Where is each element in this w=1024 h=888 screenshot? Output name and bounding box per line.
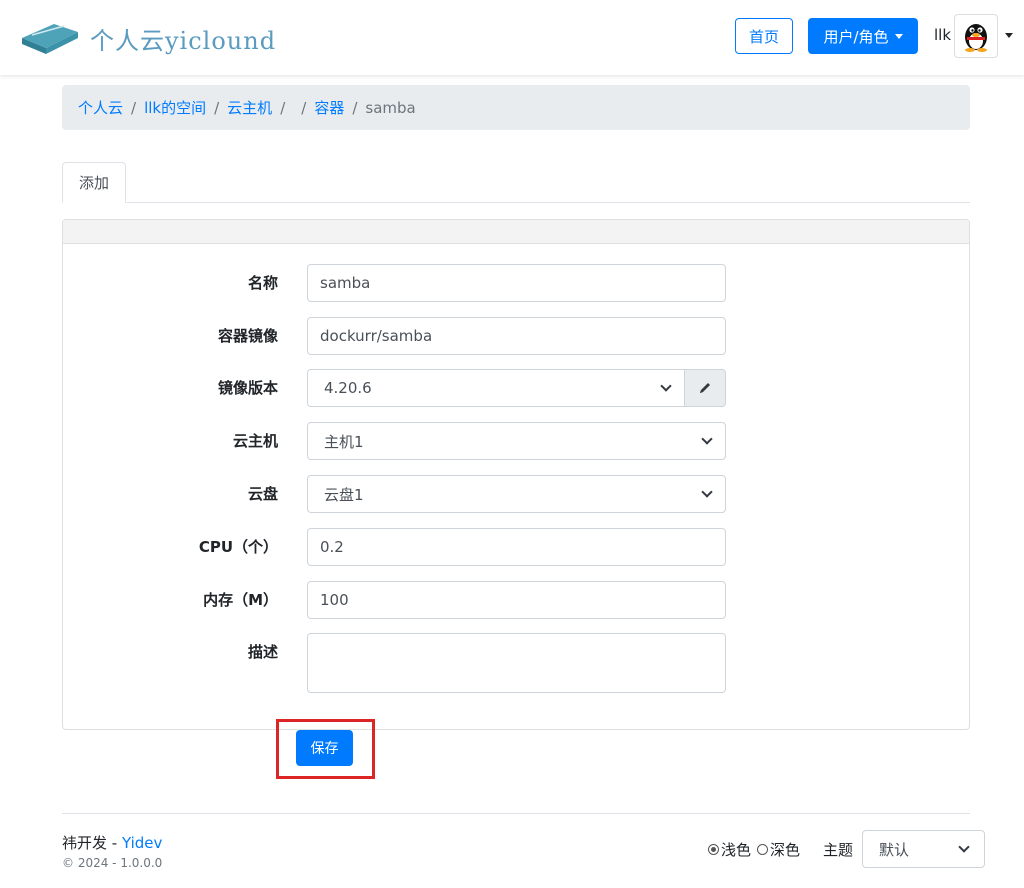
chevron-down-icon (660, 380, 672, 392)
brand-name: 个人云yiclound (90, 26, 277, 55)
memory-input[interactable]: 100 (307, 581, 726, 619)
form-row-host: 云主机 主机1 (62, 422, 970, 460)
dark-mode-radio[interactable]: 深色 (757, 839, 800, 860)
version-label: 镜像版本 (217, 379, 278, 397)
username: llk (934, 26, 952, 44)
light-mode-label: 浅色 (721, 841, 752, 859)
avatar-caret-icon[interactable] (1005, 33, 1013, 38)
breadcrumb: 个人云 / llk的空间 / 云主机 / / 容器 / samba (62, 85, 970, 130)
footer-copyright: © 2024 - 1.0.0.0 (62, 856, 163, 870)
breadcrumb-containers[interactable]: 容器 (314, 97, 344, 118)
breadcrumb-home[interactable]: 个人云 (78, 97, 123, 118)
footer-dev-link[interactable]: Yidev (122, 834, 162, 852)
name-label: 名称 (247, 274, 278, 292)
disk-select[interactable]: 云盘1 (307, 475, 726, 513)
radio-checked-icon (708, 844, 719, 855)
edit-version-button[interactable] (684, 369, 726, 407)
footer-developer: 祎开发 - Yidev (62, 832, 162, 853)
form-row-version: 镜像版本 4.20.6 (62, 369, 970, 407)
breadcrumb-separator: / (301, 98, 307, 117)
host-select[interactable]: 主机1 (307, 422, 726, 460)
light-mode-radio[interactable]: 浅色 (708, 839, 751, 860)
theme-mode-radios: 浅色 深色 (708, 839, 806, 860)
brand[interactable]: 个人云yiclound (18, 14, 276, 62)
chevron-down-icon (701, 433, 713, 445)
tab-bar: 添加 (62, 162, 970, 203)
disk-value: 云盘1 (324, 485, 364, 504)
form-row-disk: 云盘 云盘1 (62, 475, 970, 513)
avatar[interactable] (954, 14, 998, 58)
tab-add[interactable]: 添加 (62, 162, 126, 203)
version-value: 4.20.6 (324, 379, 372, 397)
card-header (63, 220, 969, 244)
disk-label: 云盘 (247, 485, 278, 503)
theme-value: 默认 (879, 840, 910, 859)
form-row-name: 名称 samba (62, 264, 970, 302)
breadcrumb-separator: / (352, 98, 358, 117)
form-row-description: 描述 (62, 633, 970, 693)
penguin-avatar-icon (965, 24, 987, 52)
save-button[interactable]: 保存 (296, 730, 353, 766)
version-select[interactable]: 4.20.6 (307, 369, 685, 407)
breadcrumb-hosts[interactable]: 云主机 (227, 97, 272, 118)
image-input[interactable]: dockurr/samba (307, 317, 726, 355)
navbar: 个人云yiclound 首页 用户/角色 llk (0, 0, 1024, 75)
memory-label: 内存（M） (203, 591, 278, 609)
theme-label: 主题 (823, 841, 854, 859)
breadcrumb-separator: / (214, 98, 220, 117)
name-input[interactable]: samba (307, 264, 726, 302)
breadcrumb-space[interactable]: llk的空间 (144, 97, 206, 118)
footer-dev-prefix: 祎开发 - (62, 834, 122, 852)
user-role-dropdown[interactable]: 用户/角色 (808, 18, 918, 54)
form-row-image: 容器镜像 dockurr/samba (62, 317, 970, 355)
dark-mode-label: 深色 (770, 841, 801, 859)
form-row-cpu: CPU（个） 0.2 (62, 528, 970, 566)
theme-select[interactable]: 默认 (862, 830, 985, 868)
home-button[interactable]: 首页 (735, 18, 793, 54)
description-label: 描述 (247, 643, 278, 661)
image-label: 容器镜像 (217, 327, 278, 345)
cpu-input[interactable]: 0.2 (307, 528, 726, 566)
cpu-label: CPU（个） (198, 538, 278, 556)
breadcrumb-separator: / (131, 98, 137, 117)
user-role-label: 用户/角色 (823, 27, 889, 46)
chevron-down-icon (958, 841, 970, 853)
chevron-down-icon (701, 486, 713, 498)
host-value: 主机1 (324, 432, 364, 451)
breadcrumb-separator: / (280, 98, 286, 117)
description-textarea[interactable] (307, 633, 726, 693)
footer-divider (62, 813, 970, 814)
radio-unchecked-icon (757, 844, 769, 855)
host-label: 云主机 (232, 432, 278, 450)
caret-down-icon (894, 33, 903, 39)
pencil-icon (700, 383, 710, 393)
book-logo-icon (22, 24, 78, 54)
form-row-memory: 内存（M） 100 (62, 581, 970, 619)
breadcrumb-current: samba (365, 98, 416, 117)
